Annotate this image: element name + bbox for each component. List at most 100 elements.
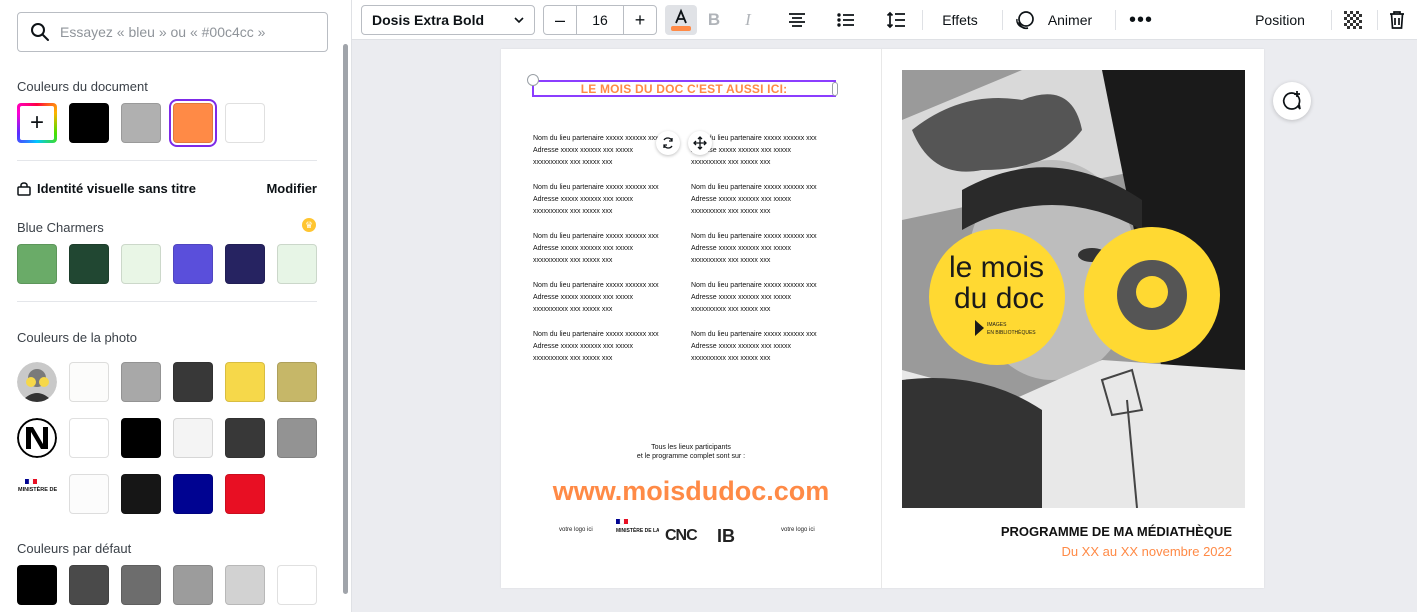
move-icon[interactable] <box>688 131 712 155</box>
trash-icon[interactable] <box>1386 5 1408 35</box>
default-swatch-3[interactable] <box>173 565 213 605</box>
add-color-button[interactable]: + <box>17 103 57 143</box>
photo-swatch-1-0[interactable] <box>69 362 109 402</box>
cnc-logo[interactable]: CNC <box>665 527 698 545</box>
italic-icon[interactable]: I <box>737 5 759 35</box>
canvas-scrollbar[interactable] <box>1412 40 1417 612</box>
doc-swatch-1[interactable] <box>121 103 161 143</box>
address-block[interactable]: Nom du lieu partenaire xxxxx xxxxxx xxx A… <box>533 133 659 169</box>
transparency-icon[interactable] <box>1342 5 1364 35</box>
toolbar-separator <box>1115 10 1116 30</box>
address-line: xxxxxxxxxx xxx xxxxx xxx <box>691 208 771 215</box>
effects-button[interactable]: Effets <box>935 5 985 35</box>
palette-name: Blue Charmers <box>17 220 104 235</box>
brand-swatch-4[interactable] <box>225 244 265 284</box>
footer-note[interactable]: Tous les lieux participants et le progra… <box>501 443 881 461</box>
increase-size-button[interactable]: + <box>624 6 656 34</box>
default-swatch-1[interactable] <box>69 565 109 605</box>
address-block[interactable]: Nom du lieu partenaire xxxxx xxxxxx xxx A… <box>533 182 659 218</box>
brand-swatch-2[interactable] <box>121 244 161 284</box>
photo-swatch-2-0[interactable] <box>69 418 109 458</box>
font-name: Dosis Extra Bold <box>372 12 485 28</box>
address-line: Nom du lieu partenaire xxxxx xxxxxx xxx <box>533 135 659 142</box>
default-swatch-5[interactable] <box>277 565 317 605</box>
font-size-stepper[interactable]: – 16 + <box>543 5 657 35</box>
photo-swatch-1-4[interactable] <box>277 362 317 402</box>
photo-swatch-2-1[interactable] <box>121 418 161 458</box>
address-block[interactable]: Nom du lieu partenaire xxxxx xxxxxx xxx A… <box>691 231 817 267</box>
address-line: Adresse xxxxx xxxxxx xxx xxxxx <box>691 245 791 252</box>
add-comment-button[interactable] <box>1273 82 1311 120</box>
photo-swatch-2-2[interactable] <box>173 418 213 458</box>
default-swatch-0[interactable] <box>17 565 57 605</box>
footer-line-1: Tous les lieux participants <box>651 444 731 451</box>
bullet-list-icon[interactable] <box>834 5 858 35</box>
address-block[interactable]: Nom du lieu partenaire xxxxx xxxxxx xxx A… <box>533 231 659 267</box>
address-line: Nom du lieu partenaire xxxxx xxxxxx xxx <box>533 233 659 240</box>
search-input[interactable] <box>60 24 320 40</box>
decrease-size-button[interactable]: – <box>544 6 576 34</box>
default-swatch-4[interactable] <box>225 565 265 605</box>
address-block[interactable]: Nom du lieu partenaire xxxxx xxxxxx xxx A… <box>691 329 817 365</box>
line-spacing-icon[interactable] <box>884 5 908 35</box>
doc-swatch-0[interactable] <box>69 103 109 143</box>
animate-button[interactable]: Animer <box>1042 5 1098 35</box>
divider <box>17 301 317 302</box>
address-block[interactable]: Nom du lieu partenaire xxxxx xxxxxx xxx A… <box>533 329 659 365</box>
photo-thumbnail-1[interactable] <box>17 362 57 402</box>
address-block[interactable]: Nom du lieu partenaire xxxxx xxxxxx xxx A… <box>533 280 659 316</box>
edit-brand-button[interactable]: Modifier <box>266 181 317 196</box>
selection-box <box>532 80 836 97</box>
font-size-value[interactable]: 16 <box>576 6 624 34</box>
animate-icon[interactable] <box>1014 5 1036 35</box>
address-line: xxxxxxxxxx xxx xxxxx xxx <box>533 355 613 362</box>
brand-swatch-0[interactable] <box>17 244 57 284</box>
position-button[interactable]: Position <box>1245 5 1315 35</box>
logo-placeholder-right[interactable]: votre logo ici <box>781 527 815 533</box>
ib-logo[interactable]: IB <box>717 526 735 547</box>
text-color-button[interactable] <box>665 5 697 35</box>
brand-swatch-5[interactable] <box>277 244 317 284</box>
comment-plus-icon <box>1282 91 1301 110</box>
address-line: xxxxxxxxxx xxx xxxxx xxx <box>533 159 613 166</box>
program-title[interactable]: PROGRAMME DE MA MÉDIATHÈQUE <box>1001 524 1232 539</box>
bold-icon[interactable]: B <box>703 5 725 35</box>
more-options-icon[interactable]: ••• <box>1128 5 1154 35</box>
photo-swatch-3-2[interactable] <box>173 474 213 514</box>
address-line: Nom du lieu partenaire xxxxx xxxxxx xxx <box>691 184 817 191</box>
rotate-handle[interactable] <box>527 74 539 86</box>
document-colors-title: Couleurs du document <box>17 79 148 94</box>
default-swatch-2[interactable] <box>121 565 161 605</box>
font-selector[interactable]: Dosis Extra Bold <box>361 5 535 35</box>
brand-swatch-1[interactable] <box>69 244 109 284</box>
photo-swatch-2-3[interactable] <box>225 418 265 458</box>
doc-swatch-3[interactable] <box>225 103 265 143</box>
text-toolbar: Dosis Extra Bold – 16 + B I Effets Anime… <box>352 0 1417 40</box>
photo-swatch-3-0[interactable] <box>69 474 109 514</box>
photo-swatch-3-3[interactable] <box>225 474 265 514</box>
program-date[interactable]: Du XX au XX novembre 2022 <box>1061 544 1232 559</box>
logo-placeholder-left[interactable]: votre logo ici <box>559 527 593 533</box>
doc-swatch-2[interactable] <box>169 99 217 147</box>
photo-swatch-1-2[interactable] <box>173 362 213 402</box>
website-url[interactable]: www.moisdudoc.com <box>501 476 881 507</box>
align-center-icon[interactable] <box>785 5 809 35</box>
rotate-icon[interactable] <box>656 131 680 155</box>
design-page[interactable]: LE MOIS DU DOC C'EST AUSSI ICI: Nom du l… <box>501 49 1264 588</box>
photo-thumbnail-2[interactable] <box>17 418 57 458</box>
photo-swatch-1-1[interactable] <box>121 362 161 402</box>
photo-swatch-1-3[interactable] <box>225 362 265 402</box>
brand-swatch-3[interactable] <box>173 244 213 284</box>
address-line: Nom du lieu partenaire xxxxx xxxxxx xxx <box>691 233 817 240</box>
color-search[interactable] <box>17 12 328 52</box>
photo-swatch-3-1[interactable] <box>121 474 161 514</box>
toolbar-separator <box>1377 10 1378 30</box>
address-block[interactable]: Nom du lieu partenaire xxxxx xxxxxx xxx A… <box>691 280 817 316</box>
address-block[interactable]: Nom du lieu partenaire xxxxx xxxxxx xxx A… <box>691 182 817 218</box>
resize-handle[interactable] <box>832 82 838 96</box>
photo-swatch-2-4[interactable] <box>277 418 317 458</box>
photo-thumbnail-3[interactable]: MINISTÈRE DE LA CULTURE <box>17 474 57 514</box>
ministere-logo[interactable]: MINISTÈRE DE LA CULTURE <box>615 518 685 545</box>
cover-photo[interactable]: le mois du doc IMAGES EN BIBLIOTHÈQUES <box>902 70 1245 508</box>
panel-scrollbar[interactable] <box>343 44 348 594</box>
